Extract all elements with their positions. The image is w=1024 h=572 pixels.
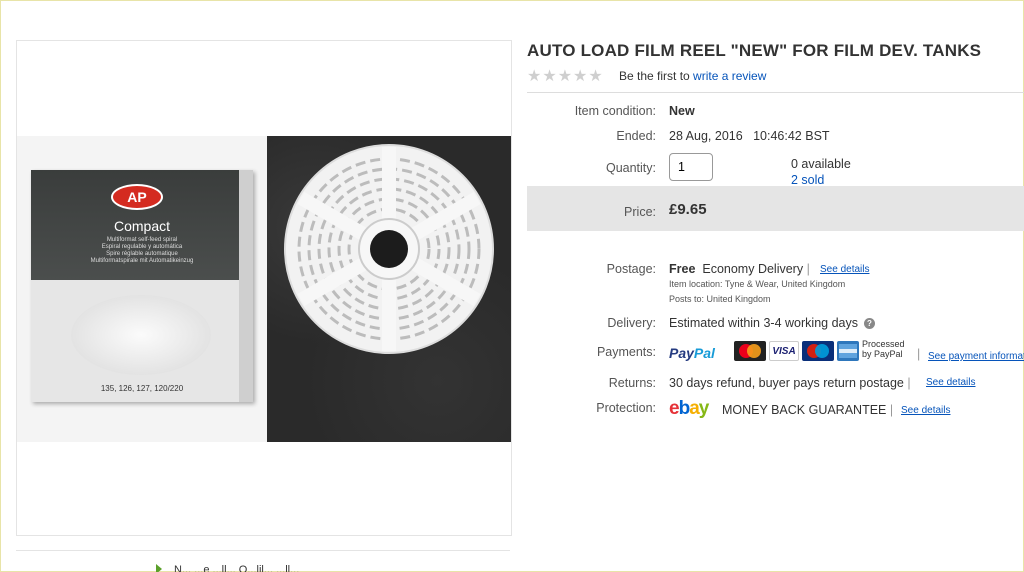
price-value: £9.65 xyxy=(669,201,707,218)
processed-line: Processed xyxy=(862,339,905,349)
box-title: Compact xyxy=(113,218,171,234)
product-box-top: AP Compact Multiformat self-feed spiral … xyxy=(31,170,253,280)
separator: | xyxy=(889,403,894,417)
quantity-label: Quantity: xyxy=(605,161,656,175)
guarantee-text: MONEY BACK GUARANTEE xyxy=(722,403,887,417)
star-rating: ★★★★★ xyxy=(527,66,604,86)
condition-label: Item condition: xyxy=(574,104,656,118)
triangle-right-icon xyxy=(156,564,162,572)
product-photo[interactable]: AP Compact Multiformat self-feed spiral … xyxy=(17,136,511,442)
delivery-text: Estimated within 3-4 working days xyxy=(669,316,858,330)
paypal-logo-icon: PayPal xyxy=(669,345,715,361)
ebay-letter: e xyxy=(669,398,680,419)
star-icon: ★ xyxy=(573,68,589,85)
money-back-guarantee: MONEY BACK GUARANTEE | xyxy=(722,403,893,417)
postage-label: Postage: xyxy=(606,262,656,276)
product-box-edge xyxy=(239,170,253,402)
ebay-letter: a xyxy=(689,398,700,419)
ebay-logo-icon: ebay xyxy=(669,398,710,420)
footer-cutoff-text: N... ...e ...ll... O...lil... ...ll... xyxy=(174,564,300,572)
protection-label: Protection: xyxy=(596,401,656,415)
photo-reel-side xyxy=(267,136,511,442)
box-formats: 135, 126, 127, 120/220 xyxy=(100,384,184,393)
delivery-label: Delivery: xyxy=(607,316,656,330)
photo-box-side: AP Compact Multiformat self-feed spiral … xyxy=(17,136,267,442)
separator: | xyxy=(907,376,911,390)
postage-free: Free xyxy=(669,262,696,276)
listing-title: AUTO LOAD FILM REEL "NEW" FOR FILM DEV. … xyxy=(527,41,982,60)
maestro-icon-art xyxy=(807,344,829,358)
ebay-letter: y xyxy=(698,398,710,419)
title-divider xyxy=(527,92,1024,93)
review-prefix: Be the first to xyxy=(619,69,690,83)
box-reel-image xyxy=(71,295,211,375)
sold-link[interactable]: 2 sold xyxy=(791,173,824,187)
paypal-logo-part: Pay xyxy=(669,345,694,361)
returns-label: Returns: xyxy=(608,376,656,390)
box-line: Multiformat self-feed spiral xyxy=(106,237,178,243)
price-label: Price: xyxy=(624,205,656,219)
visa-icon: VISA xyxy=(769,341,799,361)
see-payment-info-link[interactable]: See payment information xyxy=(928,351,1024,362)
review-prompt: Be the first to write a review xyxy=(619,69,766,83)
returns-see-details-link[interactable]: See details xyxy=(926,377,975,388)
product-box: AP Compact Multiformat self-feed spiral … xyxy=(31,170,253,402)
star-icon: ★ xyxy=(542,68,558,85)
separator: | xyxy=(806,262,810,276)
mastercard-icon-art xyxy=(739,344,761,358)
amex-icon xyxy=(837,341,859,361)
quantity-input[interactable] xyxy=(669,153,713,181)
condition-value: New xyxy=(669,104,695,118)
ap-logo: AP xyxy=(111,184,163,210)
separator: | xyxy=(917,347,921,361)
box-line: Spire réglable automatique xyxy=(106,251,178,257)
image-viewer[interactable]: AP Compact Multiformat self-feed spiral … xyxy=(16,40,512,536)
star-icon: ★ xyxy=(588,68,604,85)
protection-see-details-link[interactable]: See details xyxy=(901,405,950,416)
available-count: 0 available xyxy=(791,157,851,171)
item-location: Item location: Tyne & Wear, United Kingd… xyxy=(669,279,846,289)
ebay-letter: b xyxy=(678,398,691,419)
returns-value: 30 days refund, buyer pays return postag… xyxy=(669,376,911,390)
postage-see-details-link[interactable]: See details xyxy=(820,264,869,275)
ended-value: 28 Aug, 2016 10:46:42 BST xyxy=(669,129,830,143)
postage-type: Economy Delivery xyxy=(702,262,804,276)
delivery-value: Estimated within 3-4 working days? xyxy=(669,316,875,330)
payments-label: Payments: xyxy=(596,345,656,359)
help-icon[interactable]: ? xyxy=(863,318,875,330)
film-reel-image xyxy=(284,144,494,354)
box-line: Espiral regulable y automática xyxy=(101,244,183,250)
processed-by-paypal: Processed by PayPal xyxy=(862,339,905,359)
paypal-logo-part: Pal xyxy=(693,345,715,361)
box-subtitle: Multiformat self-feed spiral Espiral reg… xyxy=(31,237,253,265)
write-review-link[interactable]: write a review xyxy=(693,69,766,83)
postage-value: Free Economy Delivery | xyxy=(669,262,810,276)
section-divider xyxy=(16,550,510,551)
ended-label: Ended: xyxy=(616,129,656,143)
star-icon: ★ xyxy=(527,68,543,85)
amex-icon-art xyxy=(839,344,857,358)
posts-to: Posts to: United Kingdom xyxy=(669,294,771,304)
star-icon: ★ xyxy=(557,68,574,85)
maestro-icon xyxy=(802,341,834,361)
returns-text: 30 days refund, buyer pays return postag… xyxy=(669,376,904,390)
mastercard-icon xyxy=(734,341,766,361)
box-line: Multiformatspirale mit Automatikeinzug xyxy=(90,258,194,264)
processed-line: by PayPal xyxy=(862,349,903,359)
